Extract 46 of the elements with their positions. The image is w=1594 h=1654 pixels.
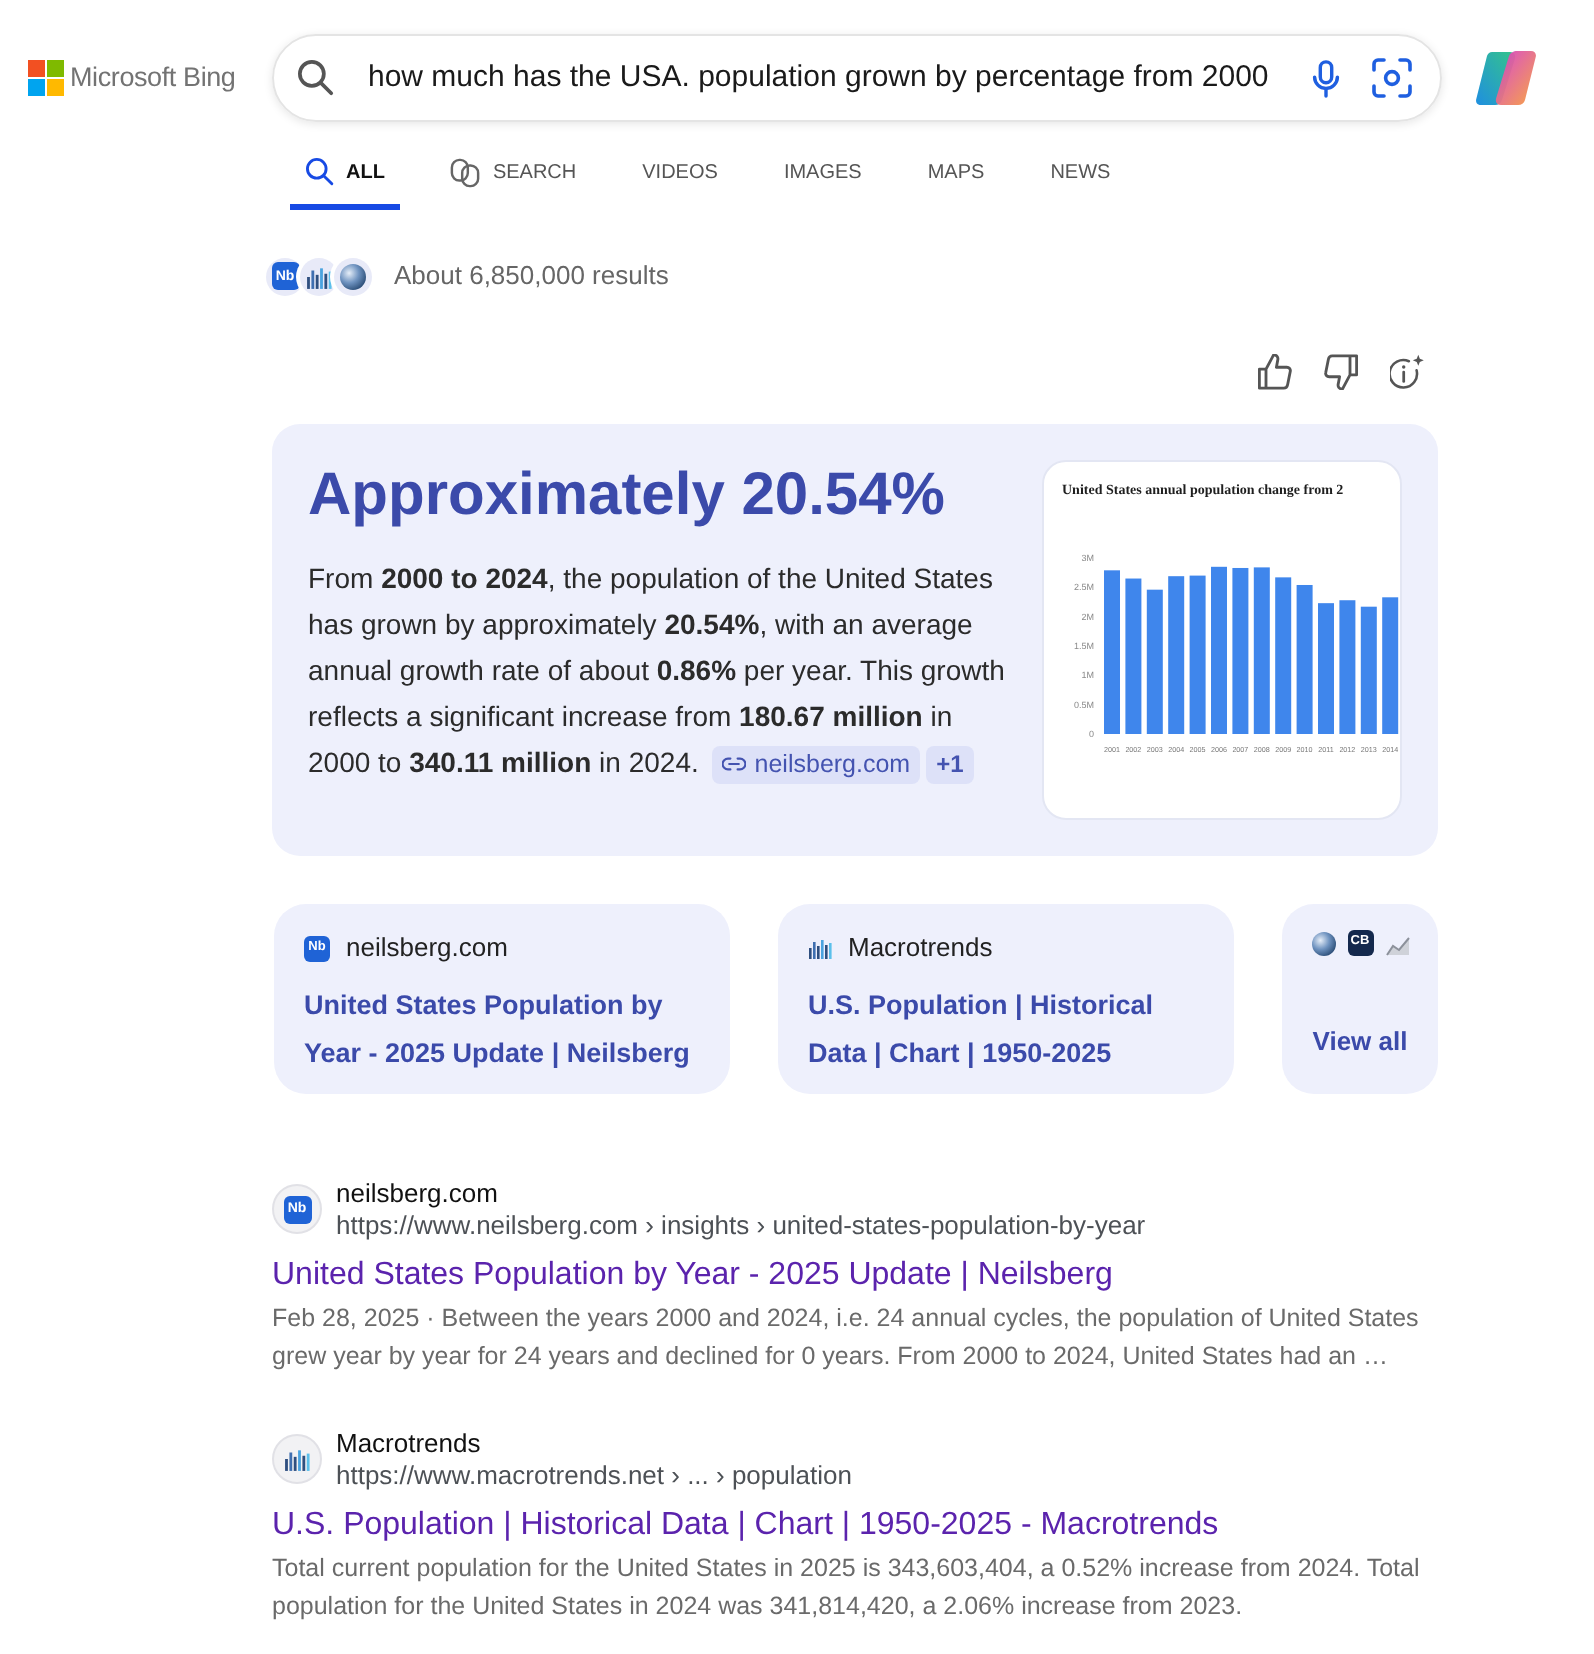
globe-icon [1311, 931, 1335, 955]
source-card[interactable]: Macrotrends U.S. Population | Historical Data | Chart | 1950-2025 [778, 904, 1234, 1094]
logo-text: Microsoft Bing [70, 59, 236, 96]
card-title: U.S. Population | Historical Data | Chart | 1950-2025 [808, 988, 1156, 1072]
answer-heading: Approximately 20.54% [308, 460, 947, 532]
source-link[interactable]: neilsberg.com [712, 745, 921, 784]
card-title: United States Population by Year - 2025 Update | Neilsberg [304, 988, 692, 1072]
tab[interactable]: VIDEOS [626, 140, 734, 210]
scan-frame-icon[interactable] [1372, 58, 1412, 98]
tab[interactable]: SEARCH [434, 140, 593, 210]
result-url[interactable]: https://www.macrotrends.net › ... › population [336, 1460, 852, 1492]
chart-bar [1382, 597, 1399, 734]
chart-bar [1318, 603, 1334, 734]
four-squares-logo-icon [28, 60, 64, 96]
gradient-logo-icon[interactable] [1474, 46, 1538, 110]
search-icon[interactable] [298, 60, 334, 96]
tab[interactable]: IMAGES [767, 140, 878, 210]
thumbs-up-icon[interactable] [1258, 354, 1292, 390]
result-count: About 6,850,000 results [394, 258, 669, 295]
microphone-icon[interactable] [1312, 59, 1340, 97]
result-title[interactable]: United States Population by Year - 2025 Update | Neilsberg [272, 1254, 1472, 1298]
tab[interactable]: MAPS [911, 140, 1001, 210]
site-name: neilsberg.com [336, 1178, 500, 1210]
search-field[interactable]: how much has the USA. population grown by percentage from 2000 [272, 34, 1442, 122]
bar-chart-logo-icon [300, 257, 338, 295]
site-name: Macrotrends [336, 1428, 483, 1460]
result-url[interactable]: https://www.neilsberg.com › insights › united-states-population-by-year [336, 1210, 1146, 1242]
chart-bar [1360, 606, 1377, 734]
site-name: Macrotrends [848, 930, 993, 967]
search-icon [306, 158, 334, 186]
chart-bar [1339, 600, 1356, 734]
link-icon [722, 756, 747, 773]
info-sparkle-icon[interactable] [1390, 354, 1426, 390]
tab[interactable]: ALL [290, 140, 401, 210]
globe-icon [334, 257, 372, 295]
overlapping-shapes-icon [450, 157, 481, 187]
bar-chart-logo-icon [272, 1434, 322, 1484]
result-title[interactable]: U.S. Population | Historical Data | Chart | 1950-2025 - Macrotrends [272, 1504, 1472, 1548]
result-snippet: Feb 28, 2025 · Between the years 2000 and 2024, i.e. 24 annual cycles, the population of United States grew year by year for 24 years and declined for 0 years. From 2000 to 2024, United States had an … [272, 1302, 1421, 1374]
answer-text: From 2000 to 2024, the population of the United States has grown by approximately 20.54%, with an average annual growth rate of about 0.86% per year. This growth reflects a significant increase from 180.67 million in 2000 to 340.11 million in 2024. neilsberg.com +1 [308, 556, 1012, 786]
result-snippet: Total current population for the United States in 2025 is 343,603,404, a 0.52% increase from 2024. Total population for the United States in 2024 was 341,814,420, a 2.06% increase from 2023. [272, 1552, 1422, 1624]
site-name: neilsberg.com [346, 930, 508, 967]
thumbs-down-icon[interactable] [1324, 354, 1358, 390]
tab[interactable]: NEWS [1034, 140, 1127, 210]
more-sources-link[interactable]: +1 [926, 745, 974, 784]
bar-chart-logo-icon [808, 936, 832, 960]
